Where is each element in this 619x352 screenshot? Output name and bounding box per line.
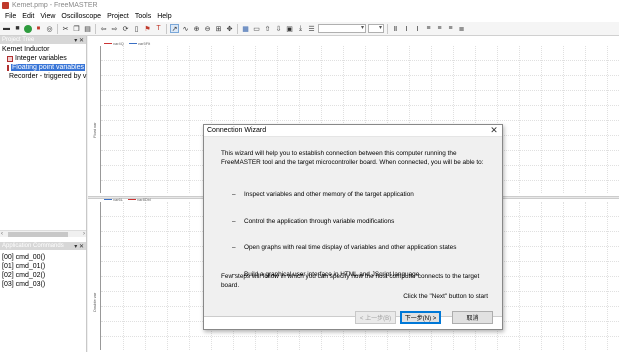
list-item[interactable]: [00] cmd_00() [2,253,45,262]
text-icon[interactable]: T [154,24,163,33]
list-item: – Inspect variables and other memory of t… [232,191,414,198]
dialog-body: This wizard will help you to establish c… [204,137,502,317]
grid-icon[interactable]: ▦ [241,24,250,33]
move-up-icon[interactable]: ⇧ [263,24,272,33]
list-item: – Open graphs with real time display of v… [232,244,457,251]
grid-line [101,75,619,76]
title-bar: Kemet.pmp - FreeMASTER [0,0,619,11]
variable-watch-icon [7,64,9,71]
pane-pin-close-icon[interactable]: ▾ ✕ [74,243,84,250]
grid-line [101,90,619,91]
zoom-in-icon[interactable]: ⊕ [192,24,201,33]
bold-icon[interactable]: Ⅱ [391,24,400,33]
copy-icon[interactable]: ❐ [72,24,81,33]
flag-icon[interactable]: ⚑ [143,24,152,33]
project-tree: Kemet Inductor Integer variables Floatin… [0,44,86,82]
list-item[interactable]: [01] cmd_01() [2,262,45,271]
wizard-intro-text: This wizard will help you to establish c… [221,150,484,166]
top-graph-ylabel: Float var [92,122,97,138]
grid-line [101,120,619,121]
window-title: Kemet.pmp - FreeMASTER [12,2,98,9]
toolbar-combo-2[interactable] [368,24,384,33]
bottom-graph-ylabel: Double var [92,292,97,312]
menu-tools[interactable]: Tools [132,13,154,20]
toolbar-separator [57,23,58,34]
grid-line [101,105,619,106]
pane-pin-close-icon[interactable]: ▾ ✕ [74,37,84,44]
menu-bar: File Edit View Oscilloscope Project Tool… [0,11,619,22]
align-right-icon[interactable]: ≡ [446,24,455,33]
save-icon[interactable]: ■ [13,24,22,33]
properties-icon[interactable]: ☰ [307,24,316,33]
close-icon[interactable]: ✕ [489,125,499,136]
forward-icon[interactable]: ⇨ [110,24,119,33]
list-item[interactable]: [02] cmd_02() [2,271,45,280]
cut-icon[interactable]: ✂ [61,24,70,33]
go-icon[interactable] [24,24,32,33]
tree-item-integer-variables[interactable]: Integer variables [2,54,84,63]
pan-icon[interactable]: ✥ [225,24,234,33]
tree-root[interactable]: Kemet Inductor [2,45,84,54]
scroll-thumb[interactable] [8,232,68,237]
camera-icon[interactable]: ▣ [285,24,294,33]
project-tree-scrollbar[interactable]: ‹ › [0,230,86,237]
app-commands-list: [00] cmd_00() [01] cmd_01() [02] cmd_02(… [0,252,47,290]
connection-wizard-dialog: Connection Wizard ✕ This wizard will hel… [203,124,503,330]
main-toolbar: ▬ ■ ⏹ ◎ ✂ ❐ ▤ ⇦ ⇨ ⟳ ▯ ⚑ T ↗ ∿ ⊕ ⊖ ⊞ ✥ ▦ … [0,22,619,36]
freemaster-app-icon [2,2,9,9]
menu-view[interactable]: View [37,13,58,20]
channel-icon[interactable]: ▭ [252,24,261,33]
underline-icon[interactable]: Ⅰ [413,24,422,33]
page-icon[interactable]: ▯ [132,24,141,33]
scroll-right-icon[interactable]: › [83,231,85,237]
dialog-title-bar: Connection Wizard ✕ [204,125,502,137]
next-button[interactable]: 下一步(N) > [400,311,441,324]
align-center-icon[interactable]: ≡ [435,24,444,33]
tree-item-recorder[interactable]: Recorder - triggered by v [2,72,86,81]
menu-project[interactable]: Project [104,13,132,20]
toolbar-combo-1[interactable] [318,24,366,33]
wizard-next-hint: Click the "Next" button to start [403,293,488,300]
open-folder-icon[interactable]: ▬ [2,24,11,33]
zoom-out-icon[interactable]: ⊖ [203,24,212,33]
cursor-mode-icon[interactable]: ↗ [170,24,179,33]
export-icon[interactable]: ⤓ [296,24,305,33]
scroll-left-icon[interactable]: ‹ [1,231,3,237]
list-item: – Control the application through variabl… [232,217,395,225]
stop-icon[interactable]: ⏹ [34,24,43,33]
menu-oscilloscope[interactable]: Oscilloscope [58,13,104,20]
app-commands-header: Application Commands ▾ ✕ [0,242,86,250]
toolbar-separator [95,23,96,34]
toolbar-separator [387,23,388,34]
dialog-button-row: < 上一步(B) 下一步(N) > 取消 [204,308,502,328]
menu-file[interactable]: File [2,13,19,20]
left-panel: Project Tree ▾ ✕ Kemet Inductor Integer … [0,36,87,352]
variable-watch-icon [7,55,13,62]
justify-icon[interactable]: ≣ [457,24,466,33]
zoom-fit-icon[interactable]: ⊞ [214,24,223,33]
cancel-button[interactable]: 取消 [452,311,493,324]
toolbar-separator [237,23,238,34]
align-left-icon[interactable]: ≡ [424,24,433,33]
paste-icon[interactable]: ▤ [83,24,92,33]
refresh-icon[interactable]: ⟳ [121,24,130,33]
wizard-outro-text: Few steps will follow in which you can s… [221,273,480,289]
grid-line [101,336,619,337]
wave-icon[interactable]: ∿ [181,24,190,33]
toolbar-separator [166,23,167,34]
italic-icon[interactable]: Ⅰ [402,24,411,33]
grid-line [101,60,619,61]
project-tree-header: Project Tree ▾ ✕ [0,36,86,44]
options-icon[interactable]: ◎ [45,24,54,33]
list-item[interactable]: [03] cmd_03() [2,280,45,289]
move-down-icon[interactable]: ⇩ [274,24,283,33]
menu-edit[interactable]: Edit [19,13,37,20]
menu-help[interactable]: Help [154,13,174,20]
back-button[interactable]: < 上一步(B) [355,311,396,324]
dialog-title: Connection Wizard [207,127,267,134]
tree-item-floating-point-variables[interactable]: Floating point variables [2,63,85,72]
back-icon[interactable]: ⇦ [99,24,108,33]
